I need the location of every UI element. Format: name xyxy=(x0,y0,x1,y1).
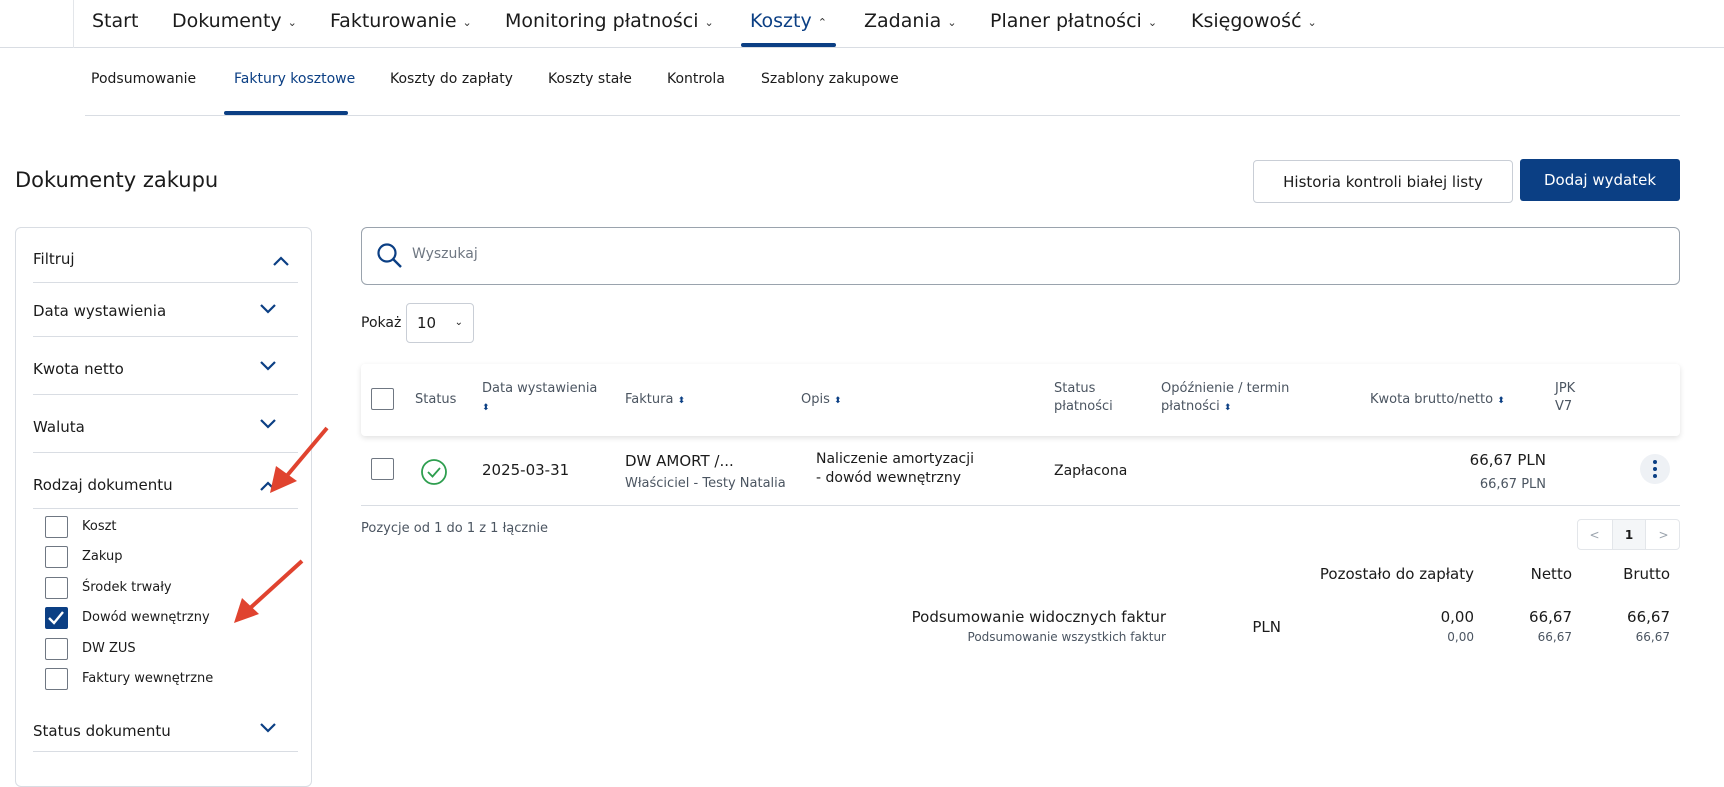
annotation-arrow-icon xyxy=(234,559,304,623)
annotation-arrow-icon xyxy=(270,426,329,493)
annotation-arrows xyxy=(234,426,329,623)
